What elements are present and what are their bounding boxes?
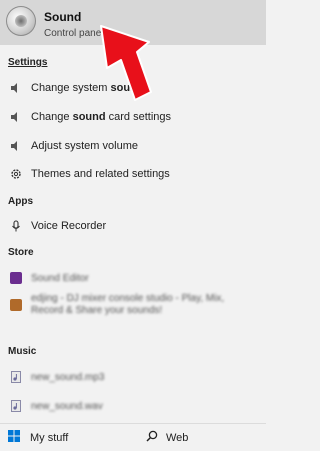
speaker-icon: [9, 139, 23, 153]
microphone-icon: [9, 219, 23, 233]
music-item-label: new_sound.wav: [31, 400, 103, 412]
web-search-button[interactable]: Web: [146, 430, 188, 445]
section-settings: Settings: [8, 57, 48, 68]
bottom-bar: My stuff Web: [0, 423, 266, 451]
my-stuff-label: My stuff: [30, 431, 69, 444]
search-icon: [146, 430, 158, 445]
settings-item-label: Themes and related settings: [31, 168, 170, 180]
app-item-voice-recorder[interactable]: Voice Recorder: [0, 214, 266, 238]
settings-item-adjust-volume[interactable]: Adjust system volume: [0, 134, 266, 158]
speaker-icon: [9, 110, 23, 124]
speaker-icon: [9, 81, 23, 95]
top-result-title: Sound: [44, 10, 82, 24]
gear-icon: [9, 167, 23, 181]
store-item-label: Sound Editor: [31, 272, 89, 284]
windows-icon: [8, 430, 20, 445]
app-item-label: Voice Recorder: [31, 220, 107, 232]
app-tile-icon: [9, 271, 23, 285]
store-item-edjing[interactable]: edjing - DJ mixer console studio - Play,…: [0, 290, 266, 326]
speaker-icon: [6, 6, 36, 36]
settings-item-themes[interactable]: Themes and related settings: [0, 162, 266, 186]
section-store: Store: [8, 247, 34, 258]
music-item[interactable]: new_sound.mp3: [0, 365, 266, 389]
section-music: Music: [8, 346, 37, 357]
settings-item-change-sound-card[interactable]: Change sound card settings: [0, 105, 266, 129]
settings-item-label: Change sound card settings: [31, 111, 172, 123]
my-stuff-button[interactable]: My stuff: [8, 430, 68, 445]
store-item-sound-editor[interactable]: Sound Editor: [0, 266, 266, 290]
web-label: Web: [166, 431, 189, 444]
settings-item-label: Adjust system volume: [31, 140, 138, 152]
music-file-icon: [9, 370, 23, 384]
section-apps: Apps: [8, 196, 33, 207]
store-item-label: edjing - DJ mixer console studio - Play,…: [31, 293, 225, 316]
red-arrow-icon: [100, 25, 152, 101]
music-item-label: new_sound.mp3: [31, 371, 105, 383]
music-file-icon: [9, 399, 23, 413]
app-tile-icon: [9, 298, 23, 312]
music-item[interactable]: new_sound.wav: [0, 394, 266, 418]
